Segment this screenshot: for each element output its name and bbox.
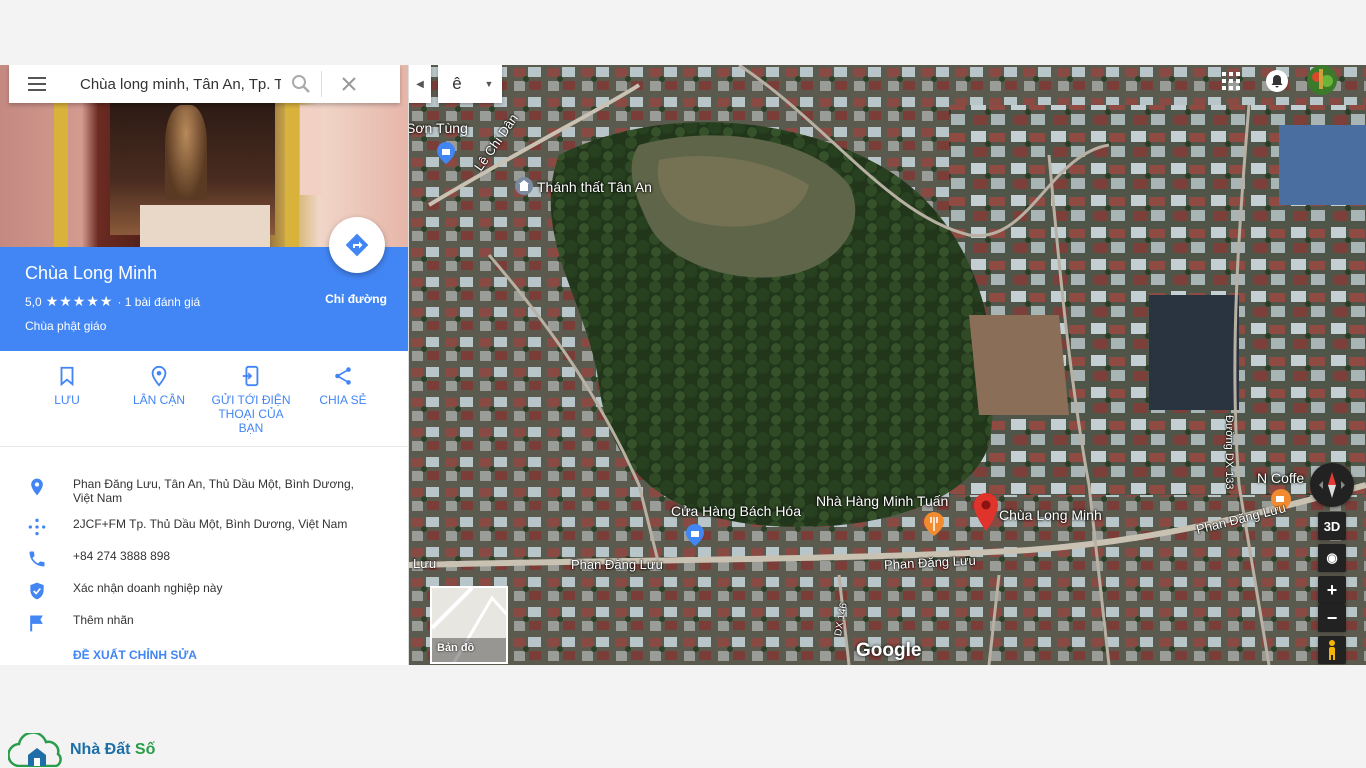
rating-stars: ★★★★★ [45, 293, 114, 309]
poi-label-son-tung[interactable]: Sơn Tùng [409, 120, 468, 136]
maps-window: Chùa Long Minh 5,0 ★★★★★ · 1 bài đánh gi… [0, 65, 1366, 665]
logo-text: Nhà Đất Số [70, 741, 155, 759]
photo-statue [165, 105, 207, 200]
place-header: Chùa Long Minh 5,0 ★★★★★ · 1 bài đánh gi… [0, 217, 408, 351]
label-text: Thêm nhãn [73, 613, 134, 627]
compass-icon [1319, 472, 1345, 498]
poi-label-nha-hang[interactable]: Nhà Hàng Minh Tuấn [816, 493, 948, 509]
save-button[interactable]: LƯU [22, 365, 112, 407]
bookmark-icon [60, 366, 74, 387]
phone-row[interactable]: +84 274 3888 898 [0, 549, 408, 569]
send-to-phone-label: GỬI TỚI ĐIỆN THOẠI CỦA BẠN [211, 393, 291, 435]
share-button[interactable]: CHIA SẺ [298, 365, 388, 407]
nearby-button[interactable]: LÂN CẬN [114, 365, 204, 407]
flag-icon [29, 615, 43, 632]
search-input[interactable] [65, 65, 281, 103]
pegman-icon[interactable] [1318, 636, 1346, 664]
photo-table [140, 205, 270, 247]
road-label-dx133: Đường DX 133 [1223, 415, 1235, 490]
send-to-phone-icon [242, 365, 259, 387]
map-layer-toggle[interactable]: Bản đồ [430, 586, 508, 664]
three-d-button[interactable]: 3D [1318, 512, 1346, 540]
cloud-house-icon [8, 733, 62, 767]
search-icon[interactable] [281, 65, 321, 103]
apps-grid-icon[interactable] [1219, 69, 1243, 93]
chevron-down-icon[interactable]: ▼ [476, 79, 502, 89]
satellite-map[interactable]: ◀ ê ▼ Sơn Tùng Lê Chí Dân Thánh thất Tân… [409, 65, 1366, 665]
zoom-out-button[interactable]: − [1318, 604, 1346, 632]
phone-text: +84 274 3888 898 [73, 549, 171, 563]
satellite-imagery [409, 65, 1366, 665]
address-row[interactable]: Phan Đăng Lưu, Tân An, Thủ Dầu Một, Bình… [0, 477, 408, 505]
save-label: LƯU [54, 393, 80, 407]
claim-row[interactable]: Xác nhận doanh nghiệp này [0, 581, 408, 601]
place-rating: 5,0 ★★★★★ · 1 bài đánh giá [25, 293, 200, 310]
shopping-pin-icon[interactable] [437, 142, 455, 169]
poi-label-chua-long-minh[interactable]: Chùa Long Minh [999, 507, 1102, 523]
restaurant-pin-icon[interactable] [924, 512, 944, 541]
logo-main: Nhà Đất [70, 741, 135, 758]
address-text: Phan Đăng Lưu, Tân An, Thủ Dầu Một, Bình… [73, 477, 354, 505]
review-count-link[interactable]: · 1 bài đánh giá [117, 295, 200, 309]
suggest-edit-link[interactable]: ĐỀ XUẤT CHỈNH SỬA [73, 648, 197, 662]
nearby-icon [151, 365, 167, 387]
send-to-phone-button[interactable]: GỬI TỚI ĐIỆN THOẠI CỦA BẠN [206, 365, 296, 435]
photo-pillar-left [54, 95, 68, 247]
directions-button[interactable] [329, 217, 385, 273]
verified-shield-icon [29, 582, 44, 600]
nearby-label: LÂN CẬN [132, 393, 185, 407]
zoom-in-button[interactable]: + [1318, 576, 1346, 604]
directions-label[interactable]: Chỉ đường [316, 292, 396, 306]
road-label-left: Lưu [413, 556, 437, 571]
my-location-icon[interactable]: ◉ [1318, 544, 1346, 572]
claim-text: Xác nhận doanh nghiệp này [73, 581, 223, 595]
menu-icon[interactable] [9, 65, 65, 103]
selected-place-pin-icon[interactable] [974, 493, 998, 536]
rating-value: 5,0 [25, 294, 42, 309]
input-tools[interactable]: ê ▼ [438, 65, 502, 103]
watermark-logo: Nhà Đất Số [8, 733, 155, 767]
share-icon [335, 367, 351, 385]
google-logo: Google [856, 640, 922, 661]
location-pin-icon [30, 478, 43, 496]
minimap-label: Bản đồ [437, 642, 475, 654]
poi-label-n-coffee[interactable]: N Coffe [1257, 470, 1304, 486]
photo-pillar-right [285, 95, 299, 247]
directions-icon [345, 233, 369, 257]
notifications-bell-icon[interactable] [1265, 69, 1289, 93]
place-panel: Chùa Long Minh 5,0 ★★★★★ · 1 bài đánh gi… [0, 65, 409, 665]
photo-banner [300, 105, 322, 195]
action-bar: LƯU LÂN CẬN GỬI TỚI ĐIỆN THOẠI CỦA BẠN C… [0, 351, 408, 447]
plus-code-icon [28, 518, 45, 536]
plus-code-row[interactable]: 2JCF+FM Tp. Thủ Dầu Một, Bình Dương, Việ… [0, 517, 408, 537]
worship-pin-icon[interactable] [514, 176, 534, 201]
collapse-panel-button[interactable]: ◀ [409, 65, 431, 103]
poi-label-thanh-that[interactable]: Thánh thất Tân An [537, 179, 652, 195]
phone-icon [29, 551, 44, 567]
compass-control[interactable] [1310, 463, 1354, 507]
close-icon[interactable] [322, 65, 376, 103]
road-label-phan-dang-luu-1: Phan Đăng Lưu [571, 557, 663, 572]
plus-code-text: 2JCF+FM Tp. Thủ Dầu Một, Bình Dương, Việ… [73, 517, 348, 531]
label-row[interactable]: Thêm nhãn [0, 613, 408, 633]
account-avatar[interactable] [1307, 65, 1337, 95]
place-category[interactable]: Chùa phật giáo [25, 319, 106, 333]
poi-label-cua-hang[interactable]: Cửa Hàng Bách Hóa [671, 503, 801, 519]
ime-character: ê [452, 74, 462, 93]
logo-accent: Số [134, 741, 156, 758]
store-pin-icon[interactable] [686, 524, 704, 551]
share-label: CHIA SẺ [319, 393, 367, 407]
search-box [9, 65, 400, 103]
place-name: Chùa Long Minh [25, 263, 158, 283]
